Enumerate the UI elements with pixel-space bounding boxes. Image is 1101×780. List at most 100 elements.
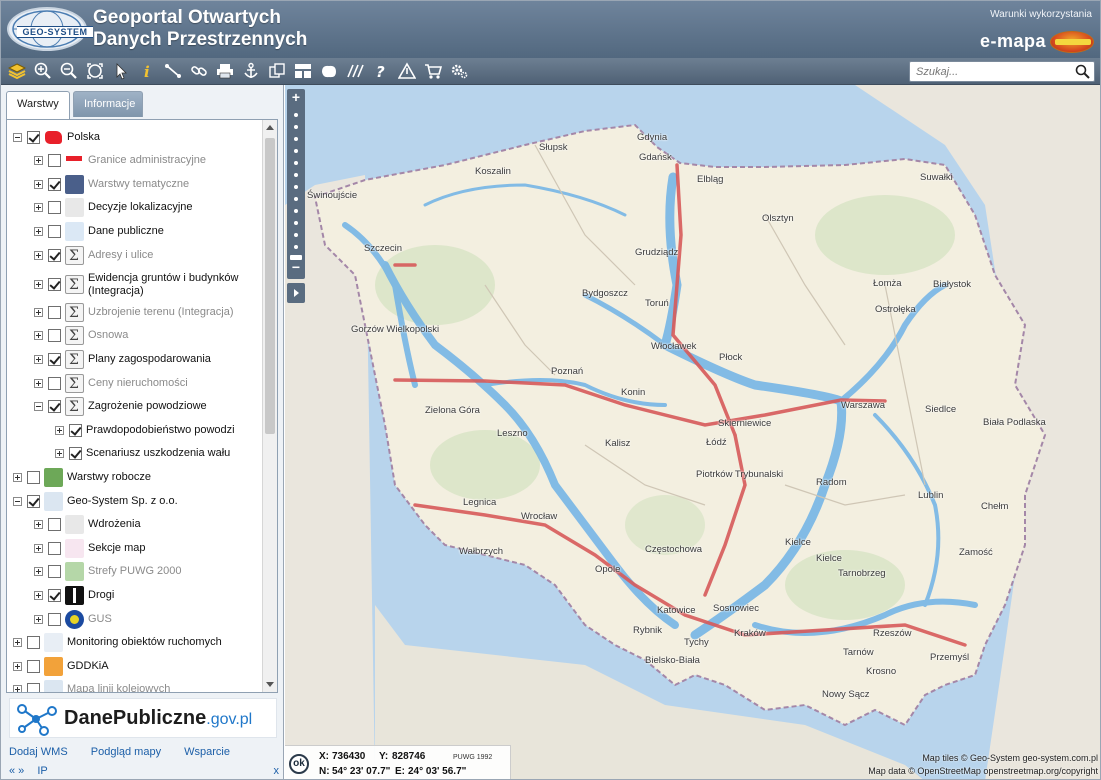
city-label[interactable]: Rzeszów bbox=[873, 628, 912, 639]
tab-information[interactable]: Informacje bbox=[73, 91, 143, 117]
expand-icon[interactable] bbox=[13, 638, 22, 648]
warning-icon[interactable] bbox=[396, 60, 418, 82]
layer-checkbox[interactable] bbox=[69, 423, 82, 437]
city-label[interactable]: Włocławek bbox=[651, 341, 696, 352]
zoom-step[interactable] bbox=[294, 197, 298, 201]
city-label[interactable]: Chełm bbox=[981, 501, 1008, 512]
layer-row[interactable]: Warstwy tematyczne bbox=[34, 173, 189, 195]
city-label[interactable]: Szczecin bbox=[364, 243, 402, 254]
search-icon[interactable] bbox=[1075, 64, 1090, 79]
city-label[interactable]: Tarnobrzeg bbox=[838, 568, 886, 579]
zoom-out-button[interactable]: − bbox=[287, 259, 305, 275]
city-label[interactable]: Częstochowa bbox=[645, 544, 702, 555]
city-label[interactable]: Grudziądz bbox=[635, 247, 678, 258]
city-label[interactable]: Leszno bbox=[497, 428, 528, 439]
city-label[interactable]: Łódź bbox=[706, 437, 727, 448]
emapa-logo-icon[interactable] bbox=[1050, 31, 1094, 53]
collapse-arrows[interactable]: « » bbox=[9, 765, 24, 777]
layer-label[interactable]: Uzbrojenie terenu (Integracja) bbox=[88, 306, 234, 319]
expand-icon[interactable] bbox=[34, 378, 43, 388]
city-label[interactable]: Olsztyn bbox=[762, 213, 794, 224]
zoom-step[interactable] bbox=[294, 125, 298, 129]
city-label[interactable]: Tychy bbox=[684, 637, 709, 648]
search-input[interactable] bbox=[916, 64, 1076, 79]
expand-icon[interactable] bbox=[34, 614, 43, 624]
city-label[interactable]: Radom bbox=[816, 477, 847, 488]
data-attribution[interactable]: Map data © OpenStreetMap openstreetmap.o… bbox=[868, 766, 1098, 776]
expand-icon[interactable] bbox=[34, 203, 43, 213]
city-label[interactable]: Łomża bbox=[873, 278, 902, 289]
layer-label[interactable]: Drogi bbox=[88, 589, 114, 602]
zoom-in-button[interactable]: + bbox=[287, 89, 305, 105]
layer-checkbox[interactable] bbox=[48, 201, 61, 215]
layer-row[interactable]: Σ Adresy i ulice bbox=[34, 244, 153, 266]
city-label[interactable]: Lublin bbox=[918, 490, 943, 501]
layer-checkbox[interactable] bbox=[48, 541, 61, 555]
city-label[interactable]: Elbląg bbox=[697, 174, 723, 185]
zoom-bar[interactable]: + − bbox=[287, 89, 305, 279]
pointer-icon[interactable] bbox=[110, 60, 132, 82]
layer-row[interactable]: Σ Ewidencja gruntów i budynków (Integracja… bbox=[34, 268, 238, 302]
layer-checkbox[interactable] bbox=[48, 224, 61, 238]
layer-checkbox[interactable] bbox=[27, 470, 40, 484]
city-label[interactable]: Krosno bbox=[866, 666, 896, 677]
layer-row[interactable]: Sekcje map bbox=[34, 537, 145, 559]
layer-label[interactable]: Granice administracyjne bbox=[88, 154, 206, 167]
zoom-step[interactable] bbox=[294, 161, 298, 165]
expand-icon[interactable] bbox=[55, 425, 64, 435]
layout-icon[interactable] bbox=[292, 60, 314, 82]
city-label[interactable]: Siedlce bbox=[925, 404, 956, 415]
layer-label[interactable]: Osnowa bbox=[88, 329, 128, 342]
add-wms-link[interactable]: Dodaj WMS bbox=[9, 746, 68, 758]
collapse-icon[interactable] bbox=[13, 132, 22, 142]
layer-label[interactable]: Scenariusz uszkodzenia wału bbox=[86, 447, 230, 460]
layer-row[interactable]: GDDKiA bbox=[13, 655, 109, 677]
city-label[interactable]: Legnica bbox=[463, 497, 496, 508]
layer-row[interactable]: Decyzje lokalizacyjne bbox=[34, 197, 193, 219]
layer-label[interactable]: Strefy PUWG 2000 bbox=[88, 565, 182, 578]
measure-icon[interactable] bbox=[162, 60, 184, 82]
layer-checkbox[interactable] bbox=[48, 248, 61, 262]
geo-system-logo[interactable]: GEO-SYSTEM bbox=[7, 7, 93, 51]
layer-checkbox[interactable] bbox=[48, 154, 61, 168]
layer-row[interactable]: Warstwy robocze bbox=[13, 466, 151, 488]
layer-checkbox[interactable] bbox=[48, 278, 61, 292]
layer-checkbox[interactable] bbox=[48, 565, 61, 579]
city-label[interactable]: Przemyśl bbox=[930, 652, 969, 663]
expand-icon[interactable] bbox=[13, 685, 22, 692]
layer-checkbox[interactable] bbox=[48, 329, 61, 343]
dane-publiczne-banner[interactable]: DanePubliczne.gov.pl bbox=[9, 698, 277, 738]
layer-row[interactable]: Drogi bbox=[34, 584, 114, 606]
scroll-up-icon[interactable] bbox=[266, 125, 274, 130]
layer-checkbox[interactable] bbox=[48, 177, 61, 191]
toggle-panel-button[interactable] bbox=[287, 283, 305, 303]
layer-checkbox[interactable] bbox=[69, 447, 82, 461]
layer-label[interactable]: Sekcje map bbox=[88, 542, 145, 555]
anchor-icon[interactable] bbox=[240, 60, 262, 82]
expand-icon[interactable] bbox=[34, 156, 43, 166]
layer-row[interactable]: Σ Ceny nieruchomości bbox=[34, 372, 188, 394]
tab-layers[interactable]: Warstwy bbox=[6, 91, 70, 119]
city-label[interactable]: Zielona Góra bbox=[425, 405, 480, 416]
city-label[interactable]: Płock bbox=[719, 352, 742, 363]
help-icon[interactable]: ? bbox=[370, 60, 392, 82]
layer-checkbox[interactable] bbox=[48, 376, 61, 390]
zoom-step[interactable] bbox=[294, 233, 298, 237]
layer-label[interactable]: Decyzje lokalizacyjne bbox=[88, 201, 193, 214]
city-label[interactable]: Kielce bbox=[785, 537, 811, 548]
collapse-icon[interactable] bbox=[13, 496, 22, 506]
city-label[interactable]: Rybnik bbox=[633, 625, 662, 636]
tree-scrollbar[interactable] bbox=[262, 120, 277, 692]
city-label[interactable]: Poznań bbox=[551, 366, 583, 377]
city-label[interactable]: Zamość bbox=[959, 547, 993, 558]
layer-row[interactable]: Monitoring obiektów ruchomych bbox=[13, 632, 222, 654]
expand-icon[interactable] bbox=[13, 661, 22, 671]
city-label[interactable]: Gdynia bbox=[637, 132, 667, 143]
layer-row[interactable]: Σ Uzbrojenie terenu (Integracja) bbox=[34, 301, 234, 323]
ok-button[interactable]: ok bbox=[289, 754, 309, 774]
city-label[interactable]: Opole bbox=[595, 564, 620, 575]
city-label[interactable]: Konin bbox=[621, 387, 645, 398]
expand-icon[interactable] bbox=[34, 307, 43, 317]
city-label[interactable]: Wrocław bbox=[521, 511, 557, 522]
layer-label[interactable]: Adresy i ulice bbox=[88, 249, 153, 262]
